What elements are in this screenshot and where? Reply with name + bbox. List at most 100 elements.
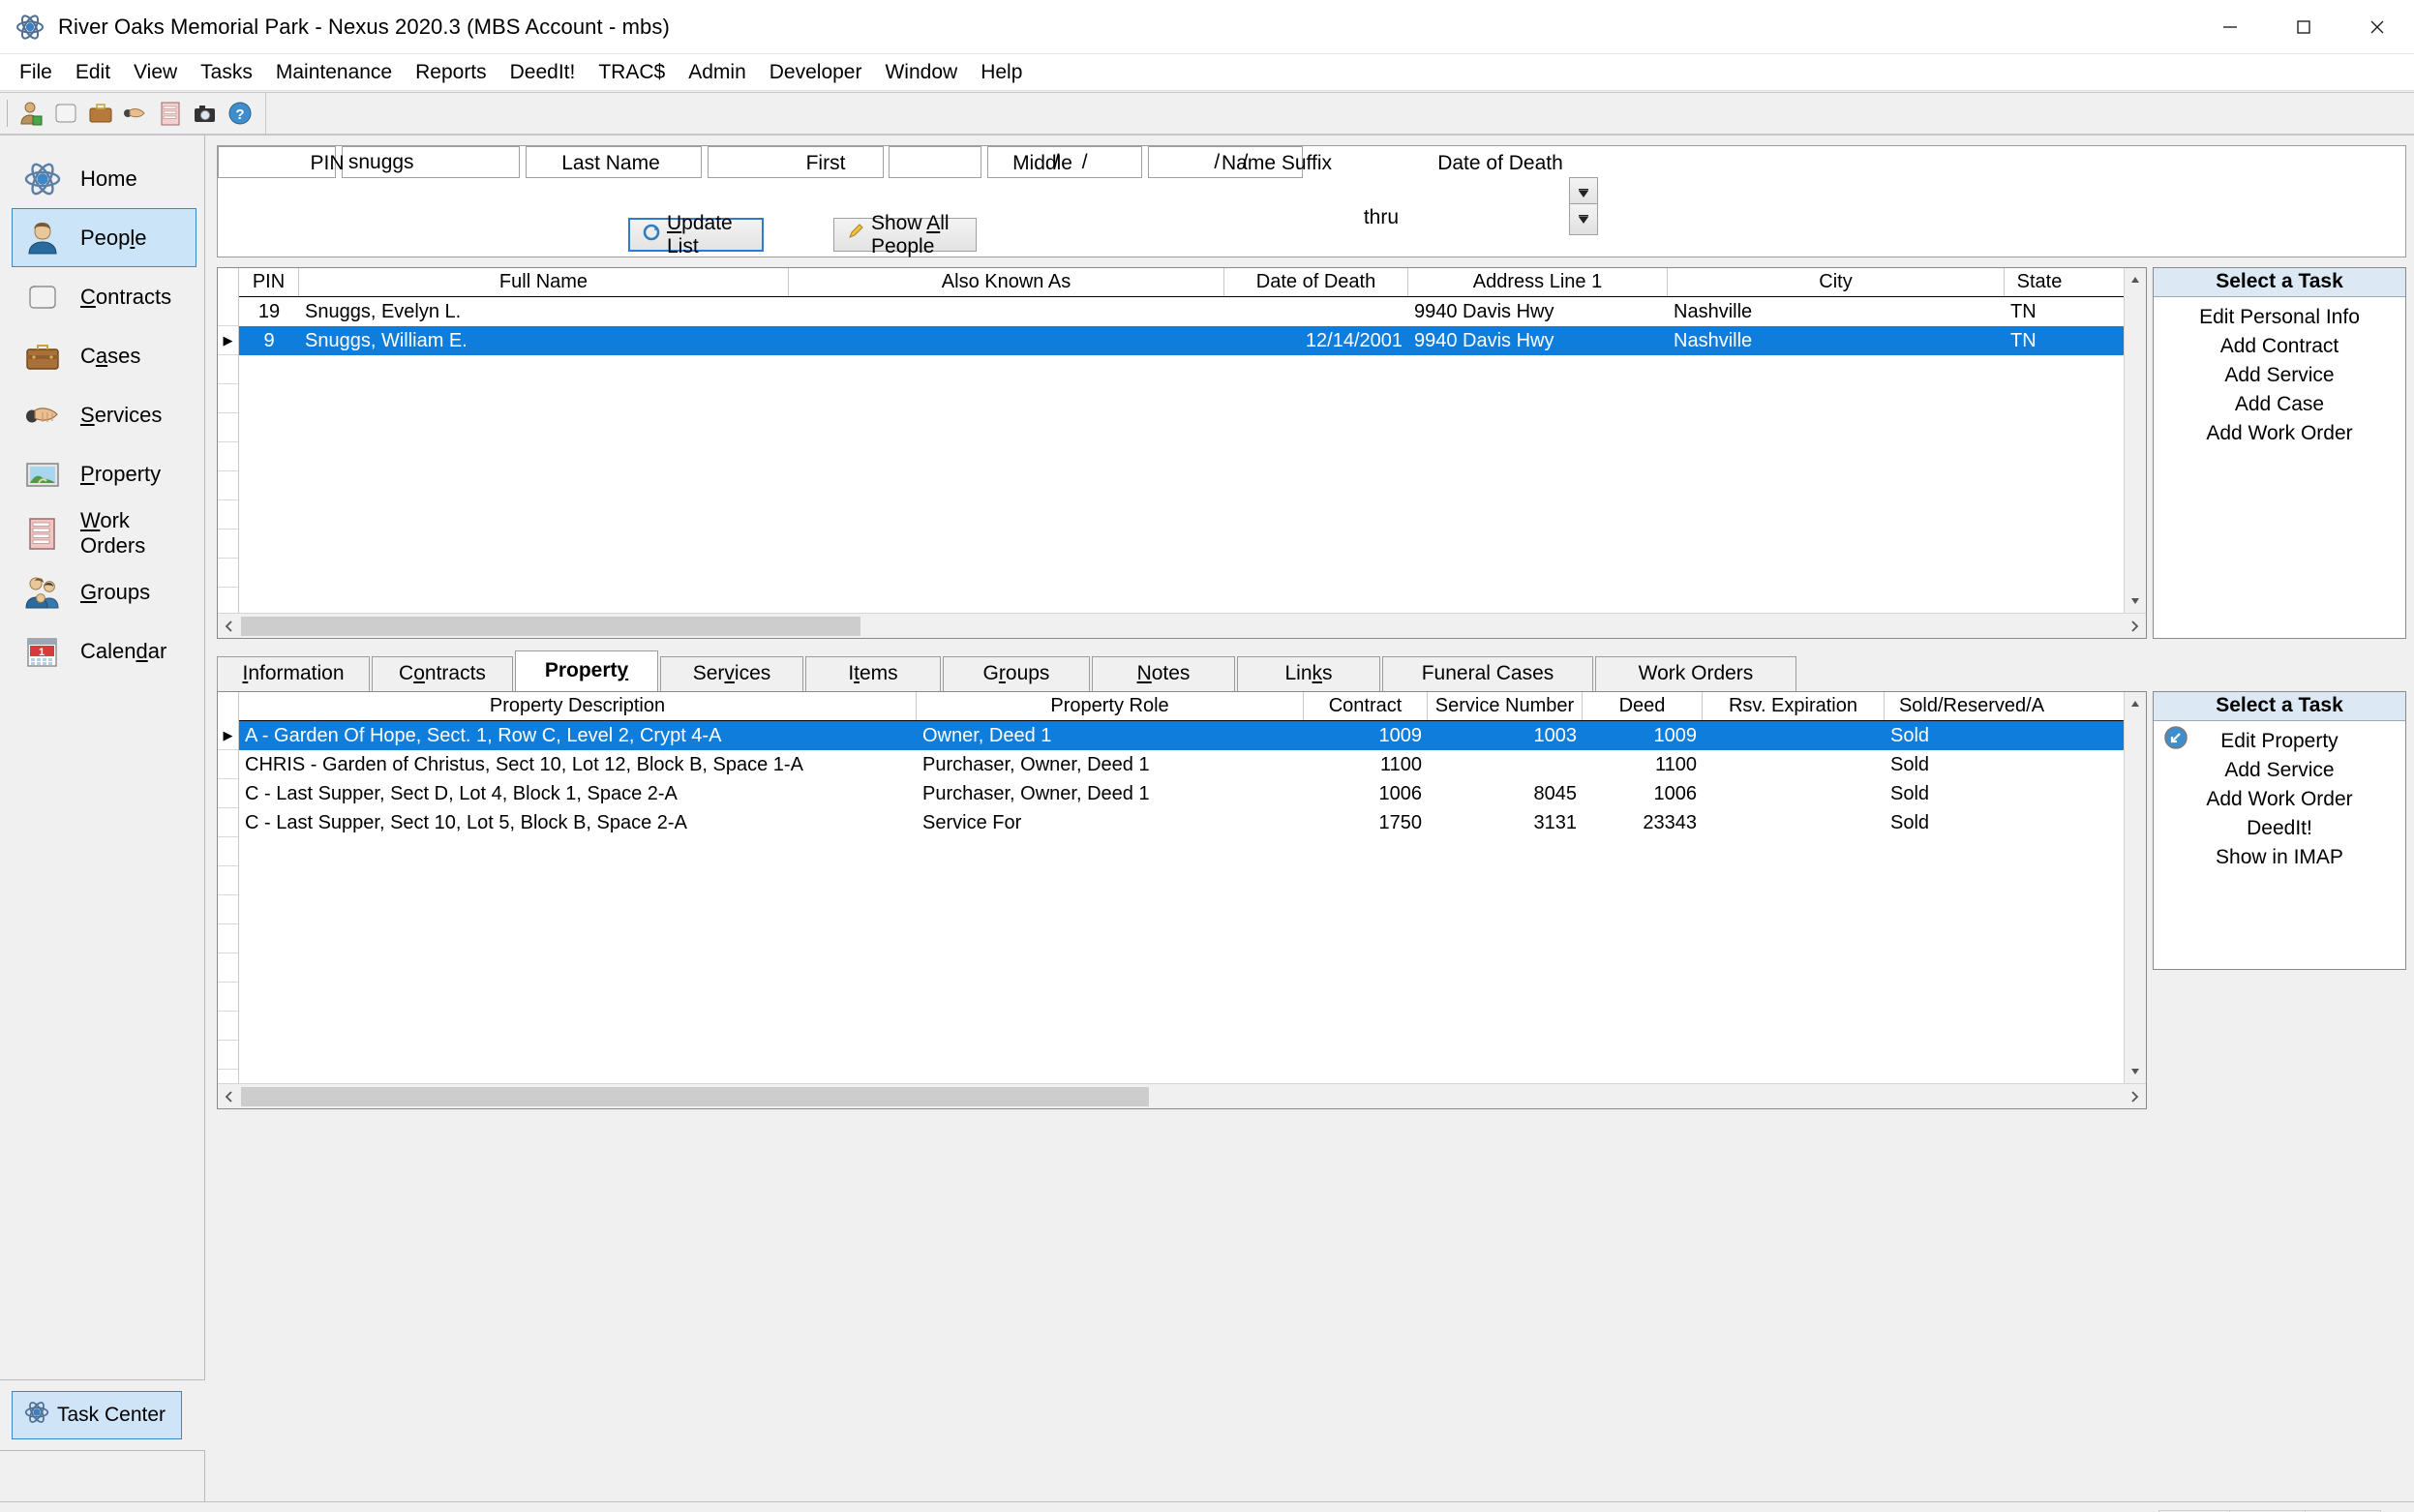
work-order-icon[interactable] bbox=[153, 96, 188, 131]
person-icon[interactable] bbox=[14, 96, 48, 131]
maximize-button[interactable] bbox=[2267, 0, 2340, 54]
menu-tasks[interactable]: Tasks bbox=[189, 57, 264, 88]
menu-file[interactable]: File bbox=[8, 57, 64, 88]
column-header-property-role[interactable]: Property Role bbox=[917, 692, 1304, 720]
menu-maintenance[interactable]: Maintenance bbox=[264, 57, 404, 88]
table-row[interactable]: CHRIS - Garden of Christus, Sect 10, Lot… bbox=[239, 750, 2124, 779]
briefcase-icon[interactable] bbox=[83, 96, 118, 131]
row-marker[interactable] bbox=[218, 837, 238, 866]
tab-funeral-cases[interactable]: Funeral Cases bbox=[1382, 656, 1593, 691]
tab-information[interactable]: Information bbox=[217, 656, 370, 691]
row-marker[interactable] bbox=[218, 924, 238, 953]
row-marker[interactable] bbox=[218, 442, 238, 471]
row-marker[interactable] bbox=[218, 529, 238, 559]
scroll-up-arrow-icon[interactable] bbox=[2125, 268, 2147, 291]
row-marker-selected[interactable]: ▶ bbox=[218, 326, 238, 355]
menu-help[interactable]: Help bbox=[969, 57, 1034, 88]
scroll-icon[interactable] bbox=[48, 96, 83, 131]
tab-items[interactable]: Items bbox=[805, 656, 941, 691]
row-marker[interactable] bbox=[218, 355, 238, 384]
column-header-sold-reserved[interactable]: Sold/Reserved/A bbox=[1885, 692, 2059, 720]
tab-groups[interactable]: Groups bbox=[943, 656, 1090, 691]
menu-view[interactable]: View bbox=[122, 57, 189, 88]
column-header-rsv-expiration[interactable]: Rsv. Expiration bbox=[1703, 692, 1885, 720]
scroll-down-arrow-icon[interactable] bbox=[2125, 1060, 2147, 1083]
row-marker[interactable] bbox=[218, 297, 238, 326]
hscroll-thumb[interactable] bbox=[241, 616, 860, 636]
handshake-icon[interactable] bbox=[118, 96, 153, 131]
tab-notes[interactable]: Notes bbox=[1092, 656, 1235, 691]
tab-contracts[interactable]: Contracts bbox=[372, 656, 513, 691]
row-marker[interactable] bbox=[218, 413, 238, 442]
menu-deedit[interactable]: DeedIt! bbox=[498, 57, 588, 88]
camera-icon[interactable] bbox=[188, 96, 223, 131]
scroll-left-arrow-icon[interactable] bbox=[218, 614, 241, 639]
column-header-address-line-1[interactable]: Address Line 1 bbox=[1408, 268, 1668, 296]
sidebar-item-contracts[interactable]: Contracts bbox=[12, 267, 196, 326]
row-marker[interactable] bbox=[218, 1070, 238, 1083]
sidebar-item-property[interactable]: Property bbox=[12, 444, 196, 503]
sidebar-item-home[interactable]: Home bbox=[12, 149, 196, 208]
task-edit-property[interactable]: Edit Property bbox=[2154, 727, 2405, 756]
task-add-work-order[interactable]: Add Work Order bbox=[2154, 785, 2405, 814]
column-header-service-number[interactable]: Service Number bbox=[1428, 692, 1583, 720]
menu-tracs[interactable]: TRAC$ bbox=[587, 57, 677, 88]
tab-links[interactable]: Links bbox=[1237, 656, 1380, 691]
sidebar-item-work-orders[interactable]: Work Orders bbox=[12, 503, 196, 562]
row-marker[interactable] bbox=[218, 750, 238, 779]
column-header-state[interactable]: State bbox=[2005, 268, 2074, 296]
column-header-also-known-as[interactable]: Also Known As bbox=[789, 268, 1224, 296]
sidebar-item-people[interactable]: People bbox=[12, 208, 196, 267]
row-marker[interactable] bbox=[218, 588, 238, 613]
row-marker[interactable] bbox=[218, 1012, 238, 1041]
minimize-button[interactable] bbox=[2193, 0, 2267, 54]
column-header-deed[interactable]: Deed bbox=[1583, 692, 1703, 720]
task-show-in-imap[interactable]: Show in IMAP bbox=[2154, 843, 2405, 872]
menu-developer[interactable]: Developer bbox=[758, 57, 874, 88]
task-add-case[interactable]: Add Case bbox=[2154, 390, 2405, 419]
task-add-service[interactable]: Add Service bbox=[2154, 756, 2405, 785]
column-header-contract[interactable]: Contract bbox=[1304, 692, 1428, 720]
scroll-down-arrow-icon[interactable] bbox=[2125, 590, 2147, 613]
row-marker[interactable] bbox=[218, 983, 238, 1012]
scroll-right-arrow-icon[interactable] bbox=[2123, 614, 2146, 639]
menu-admin[interactable]: Admin bbox=[677, 57, 758, 88]
people-grid-vertical-scrollbar[interactable] bbox=[2124, 268, 2146, 613]
row-marker[interactable] bbox=[218, 866, 238, 895]
row-marker[interactable] bbox=[218, 779, 238, 808]
update-list-button[interactable]: Update List bbox=[628, 212, 764, 257]
table-row[interactable]: C - Last Supper, Sect 10, Lot 5, Block B… bbox=[239, 808, 2124, 837]
row-marker[interactable] bbox=[218, 895, 238, 924]
people-grid-horizontal-scrollbar[interactable] bbox=[218, 613, 2146, 638]
table-row[interactable]: C - Last Supper, Sect D, Lot 4, Block 1,… bbox=[239, 779, 2124, 808]
row-marker[interactable] bbox=[218, 1041, 238, 1070]
column-header-property-description[interactable]: Property Description bbox=[239, 692, 917, 720]
sidebar-item-cases[interactable]: Cases bbox=[12, 326, 196, 385]
table-row-selected[interactable]: 9 Snuggs, William E. 12/14/2001 9940 Dav… bbox=[239, 326, 2124, 355]
property-grid[interactable]: Property Description Property Role Contr… bbox=[217, 691, 2147, 1109]
menu-window[interactable]: Window bbox=[873, 57, 969, 88]
column-header-city[interactable]: City bbox=[1668, 268, 2005, 296]
task-add-work-order[interactable]: Add Work Order bbox=[2154, 419, 2405, 448]
row-marker[interactable] bbox=[218, 471, 238, 500]
column-header-date-of-death[interactable]: Date of Death bbox=[1224, 268, 1408, 296]
row-marker[interactable] bbox=[218, 953, 238, 983]
scroll-left-arrow-icon[interactable] bbox=[218, 1084, 241, 1109]
table-row[interactable]: 19 Snuggs, Evelyn L. 9940 Davis Hwy Nash… bbox=[239, 297, 2124, 326]
tab-services[interactable]: Services bbox=[660, 656, 803, 691]
close-button[interactable] bbox=[2340, 0, 2414, 54]
tab-property[interactable]: Property bbox=[515, 650, 658, 691]
show-all-people-button[interactable]: Show All People bbox=[833, 212, 977, 257]
row-marker[interactable] bbox=[218, 384, 238, 413]
task-center-button[interactable]: Task Center bbox=[12, 1391, 183, 1439]
hscroll-thumb[interactable] bbox=[241, 1086, 1149, 1106]
scroll-up-arrow-icon[interactable] bbox=[2125, 692, 2147, 715]
row-marker[interactable] bbox=[218, 500, 238, 529]
people-grid[interactable]: PIN Full Name Also Known As Date of Deat… bbox=[217, 267, 2147, 639]
task-add-service[interactable]: Add Service bbox=[2154, 361, 2405, 390]
property-grid-vertical-scrollbar[interactable] bbox=[2124, 692, 2146, 1083]
date-of-death-thru-dropdown[interactable] bbox=[1569, 203, 1598, 235]
row-marker[interactable] bbox=[218, 808, 238, 837]
row-marker-selected[interactable]: ▶ bbox=[218, 721, 238, 750]
task-edit-personal-info[interactable]: Edit Personal Info bbox=[2154, 303, 2405, 332]
